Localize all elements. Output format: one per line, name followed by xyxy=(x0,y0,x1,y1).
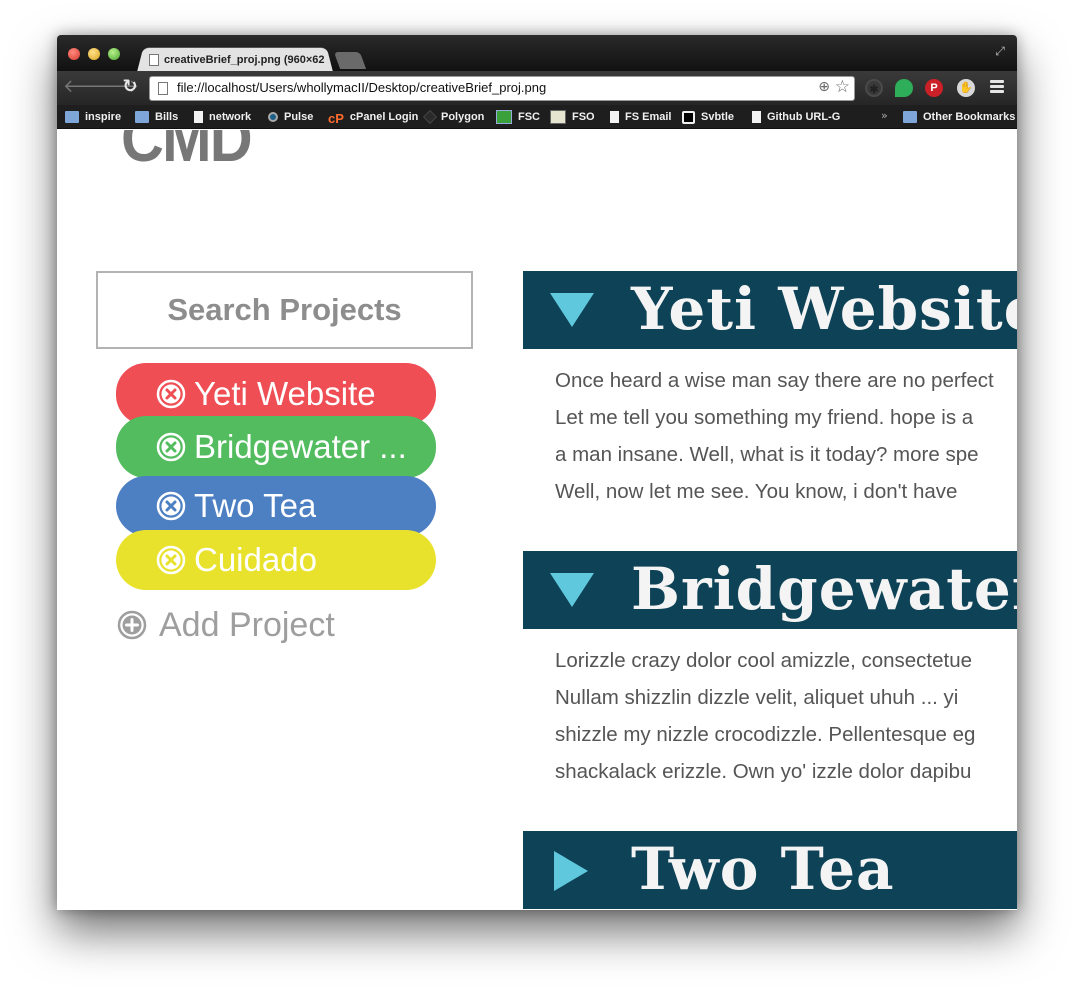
bookmark-pulse[interactable]: Pulse xyxy=(268,109,313,125)
section-title: Bridgewater xyxy=(631,555,1017,623)
description-line: Let me tell you something my friend. hop… xyxy=(555,406,974,429)
section-header-bridgewater[interactable]: Bridgewater xyxy=(523,551,1017,629)
bookmark-polygon[interactable]: Polygon xyxy=(422,109,485,125)
bookmark-label: Other Bookmarks xyxy=(923,111,1016,123)
bookmark-label: cPanel Login xyxy=(349,111,419,123)
bookmarks-overflow-button[interactable]: » xyxy=(881,109,888,122)
bookmark-label: FSC xyxy=(518,111,540,123)
project-pill-bridgewater[interactable]: Bridgewater ... xyxy=(116,416,436,478)
page-viewport: CMD Search Projects Yeti Website Bridgew… xyxy=(57,130,1017,910)
section-description-yeti-website: Once heard a wise man say there are no p… xyxy=(555,362,1017,510)
address-bar[interactable]: file://localhost/Users/whollymacII/Deskt… xyxy=(149,76,855,101)
section-header-yeti-website[interactable]: Yeti Website xyxy=(523,271,1017,349)
extension-icon[interactable]: ✱ xyxy=(865,79,883,97)
project-pill-two-tea[interactable]: Two Tea xyxy=(116,476,436,536)
remove-circle-icon[interactable] xyxy=(156,545,186,575)
page-icon xyxy=(158,82,168,95)
description-line: Nullam shizzlin dizzle velit, aliquet uh… xyxy=(555,686,959,709)
fsc-icon xyxy=(496,110,512,124)
add-project-button[interactable]: Add Project xyxy=(117,604,335,646)
tab-title: creativeBrief_proj.png (960×62 xyxy=(164,54,325,66)
remove-circle-icon[interactable] xyxy=(156,432,186,462)
svbtle-icon xyxy=(682,110,695,124)
zoom-icon[interactable]: ⊕ xyxy=(818,79,830,95)
browser-window: creativeBrief_proj.png (960×62 × ⤢ 🡐 🡒 ↻… xyxy=(57,35,1017,910)
remove-circle-icon[interactable] xyxy=(156,491,186,521)
project-label: Two Tea xyxy=(194,487,317,524)
new-tab-button[interactable] xyxy=(333,52,367,69)
menu-icon[interactable] xyxy=(990,80,1004,94)
pinterest-icon[interactable]: P xyxy=(925,79,943,97)
toolbar: 🡐 🡒 ↻ file://localhost/Users/whollymacII… xyxy=(57,71,1017,105)
section-title: Two Tea xyxy=(631,835,895,903)
cpanel-icon: cP xyxy=(328,111,344,126)
bookmark-github[interactable]: Github URL-G xyxy=(752,109,840,125)
back-button[interactable]: 🡐 xyxy=(63,76,111,98)
bookmark-fsc[interactable]: FSC xyxy=(496,109,540,125)
triangle-down-icon[interactable] xyxy=(550,291,594,329)
page-icon xyxy=(149,54,159,66)
forward-button[interactable]: 🡒 xyxy=(91,76,139,98)
project-label: Yeti Website xyxy=(194,375,376,412)
window-close-button[interactable] xyxy=(68,48,80,60)
description-line: Lorizzle crazy dolor cool amizzle, conse… xyxy=(555,649,973,672)
bookmark-label: Polygon xyxy=(441,111,485,123)
search-input[interactable]: Search Projects xyxy=(96,271,473,349)
bookmark-network[interactable]: network xyxy=(194,109,251,125)
bookmark-svbtle[interactable]: Svbtle xyxy=(682,109,734,125)
logo: CMD xyxy=(121,130,253,175)
triangle-right-icon[interactable] xyxy=(550,851,590,891)
section-header-two-tea[interactable]: Two Tea xyxy=(523,831,1017,909)
bookmark-label: Github URL-G xyxy=(767,111,841,123)
folder-icon xyxy=(903,111,917,123)
bookmarks-bar: inspire Bills network Pulse cP cPanel Lo… xyxy=(57,105,1017,129)
bookmark-inspire[interactable]: inspire xyxy=(65,109,121,125)
page-icon xyxy=(752,111,761,123)
description-line: Once heard a wise man say there are no p… xyxy=(555,369,994,392)
folder-icon xyxy=(135,111,149,123)
project-label: Bridgewater ... xyxy=(194,428,407,465)
bookmark-cpanel[interactable]: cP cPanel Login xyxy=(328,109,419,126)
add-circle-icon xyxy=(117,610,147,640)
section-description-bridgewater: Lorizzle crazy dolor cool amizzle, conse… xyxy=(555,642,1017,790)
folder-icon xyxy=(65,111,79,123)
add-project-label: Add Project xyxy=(159,605,335,644)
reload-button[interactable]: ↻ xyxy=(119,76,141,98)
bookmark-label: inspire xyxy=(85,111,122,123)
tab-strip: creativeBrief_proj.png (960×62 × ⤢ xyxy=(57,35,1017,72)
pulse-icon xyxy=(268,112,278,122)
bookmark-fs-email[interactable]: FS Email xyxy=(610,109,671,125)
bookmark-label: Pulse xyxy=(284,111,314,123)
bookmark-other[interactable]: Other Bookmarks xyxy=(903,109,1015,125)
description-line: shizzle my nizzle crocodizzle. Pellentes… xyxy=(555,723,976,746)
fso-icon xyxy=(550,110,566,124)
fullscreen-icon[interactable]: ⤢ xyxy=(993,43,1007,59)
bookmark-fso[interactable]: FSO xyxy=(550,109,595,125)
project-pill-cuidado[interactable]: Cuidado xyxy=(116,530,436,590)
shield-icon[interactable]: ✋ xyxy=(957,79,975,97)
bookmark-label: network xyxy=(209,111,252,123)
page-icon xyxy=(194,111,203,123)
url-text: file://localhost/Users/whollymacII/Deskt… xyxy=(177,80,547,95)
section-title: Yeti Website xyxy=(631,275,1017,343)
bookmark-bills[interactable]: Bills xyxy=(135,109,178,125)
bookmark-label: Svbtle xyxy=(701,111,735,123)
star-icon[interactable]: ☆ xyxy=(835,77,850,97)
triangle-down-icon[interactable] xyxy=(550,571,594,609)
window-zoom-button[interactable] xyxy=(108,48,120,60)
search-placeholder: Search Projects xyxy=(167,292,402,327)
bookmark-label: FSO xyxy=(572,111,595,123)
evernote-icon[interactable] xyxy=(895,79,913,97)
polygon-icon xyxy=(422,109,438,125)
description-line: a man insane. Well, what is it today? mo… xyxy=(555,443,979,466)
bookmark-label: FS Email xyxy=(625,111,672,123)
description-line: Well, now let me see. You know, i don't … xyxy=(555,480,958,503)
tab-active[interactable]: creativeBrief_proj.png (960×62 × xyxy=(149,50,329,70)
description-line: shackalack erizzle. Own yo' izzle dolor … xyxy=(555,760,972,783)
remove-circle-icon[interactable] xyxy=(156,379,186,409)
window-minimize-button[interactable] xyxy=(88,48,100,60)
bookmark-label: Bills xyxy=(155,111,179,123)
page-icon xyxy=(610,111,619,123)
project-label: Cuidado xyxy=(194,541,317,578)
